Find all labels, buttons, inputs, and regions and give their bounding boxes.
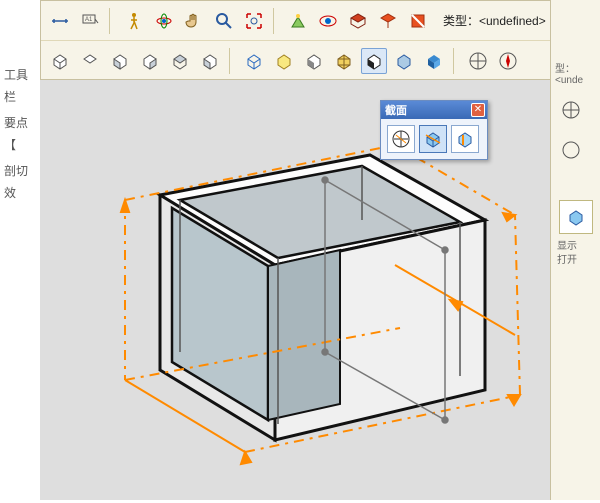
view-right-button[interactable] [137,48,163,74]
look-around-tool[interactable] [315,8,341,34]
main-toolbar: A1 类型：<undefined> [40,0,600,80]
pan-tool[interactable] [181,8,207,34]
shade-xray-button[interactable] [391,48,417,74]
axes-toggle-button[interactable] [465,48,491,74]
shade-shaded-button[interactable] [301,48,327,74]
right-cropped-panel: 型：<unde 显示 打开 [550,0,600,500]
view-front-button[interactable] [107,48,133,74]
section-cut-tool[interactable] [405,8,431,34]
compass-button[interactable] [495,48,521,74]
toolbar-row-1: A1 类型：<undefined> [41,1,599,41]
toolbar-row-2 [41,41,599,81]
view-top-button[interactable] [77,48,103,74]
compass-icon [561,140,581,160]
right-text: 显示 打开 [557,240,577,268]
svg-text:A1: A1 [85,17,93,23]
close-icon[interactable]: ✕ [471,103,485,117]
shade-monochrome-button[interactable] [361,48,387,74]
section-display-tool[interactable] [375,8,401,34]
right-thumb-box[interactable] [559,200,593,234]
section-display-toggle-button[interactable] [419,125,447,153]
view-back-button[interactable] [167,48,193,74]
section-panel-titlebar[interactable]: 截面 ✕ [381,101,487,119]
zoom-extents-tool[interactable] [241,8,267,34]
view-left-button[interactable] [197,48,223,74]
position-camera-tool[interactable] [285,8,311,34]
shade-hidden-button[interactable] [271,48,297,74]
shade-wireframe-button[interactable] [241,48,267,74]
section-panel[interactable]: 截面 ✕ [380,100,488,160]
type-echo-label: 型：<unde [555,60,600,86]
shade-color-button[interactable] [421,48,447,74]
dimension-tool[interactable] [47,8,73,34]
shade-textured-button[interactable] [331,48,357,74]
walk-tool[interactable] [121,8,147,34]
view-iso-button[interactable] [47,48,73,74]
left-cropped-text: 工具栏 要点【 剖切效 [0,60,40,212]
text-label-tool[interactable]: A1 [77,8,103,34]
section-plane-tool[interactable] [345,8,371,34]
section-panel-body [381,119,487,159]
axes-icon [561,100,581,120]
section-plane-tool-button[interactable] [387,125,415,153]
zoom-tool[interactable] [211,8,237,34]
type-field-label: 类型：<undefined> [443,12,546,29]
section-cut-toggle-button[interactable] [451,125,479,153]
section-panel-title: 截面 [383,102,407,118]
orbit-tool[interactable] [151,8,177,34]
